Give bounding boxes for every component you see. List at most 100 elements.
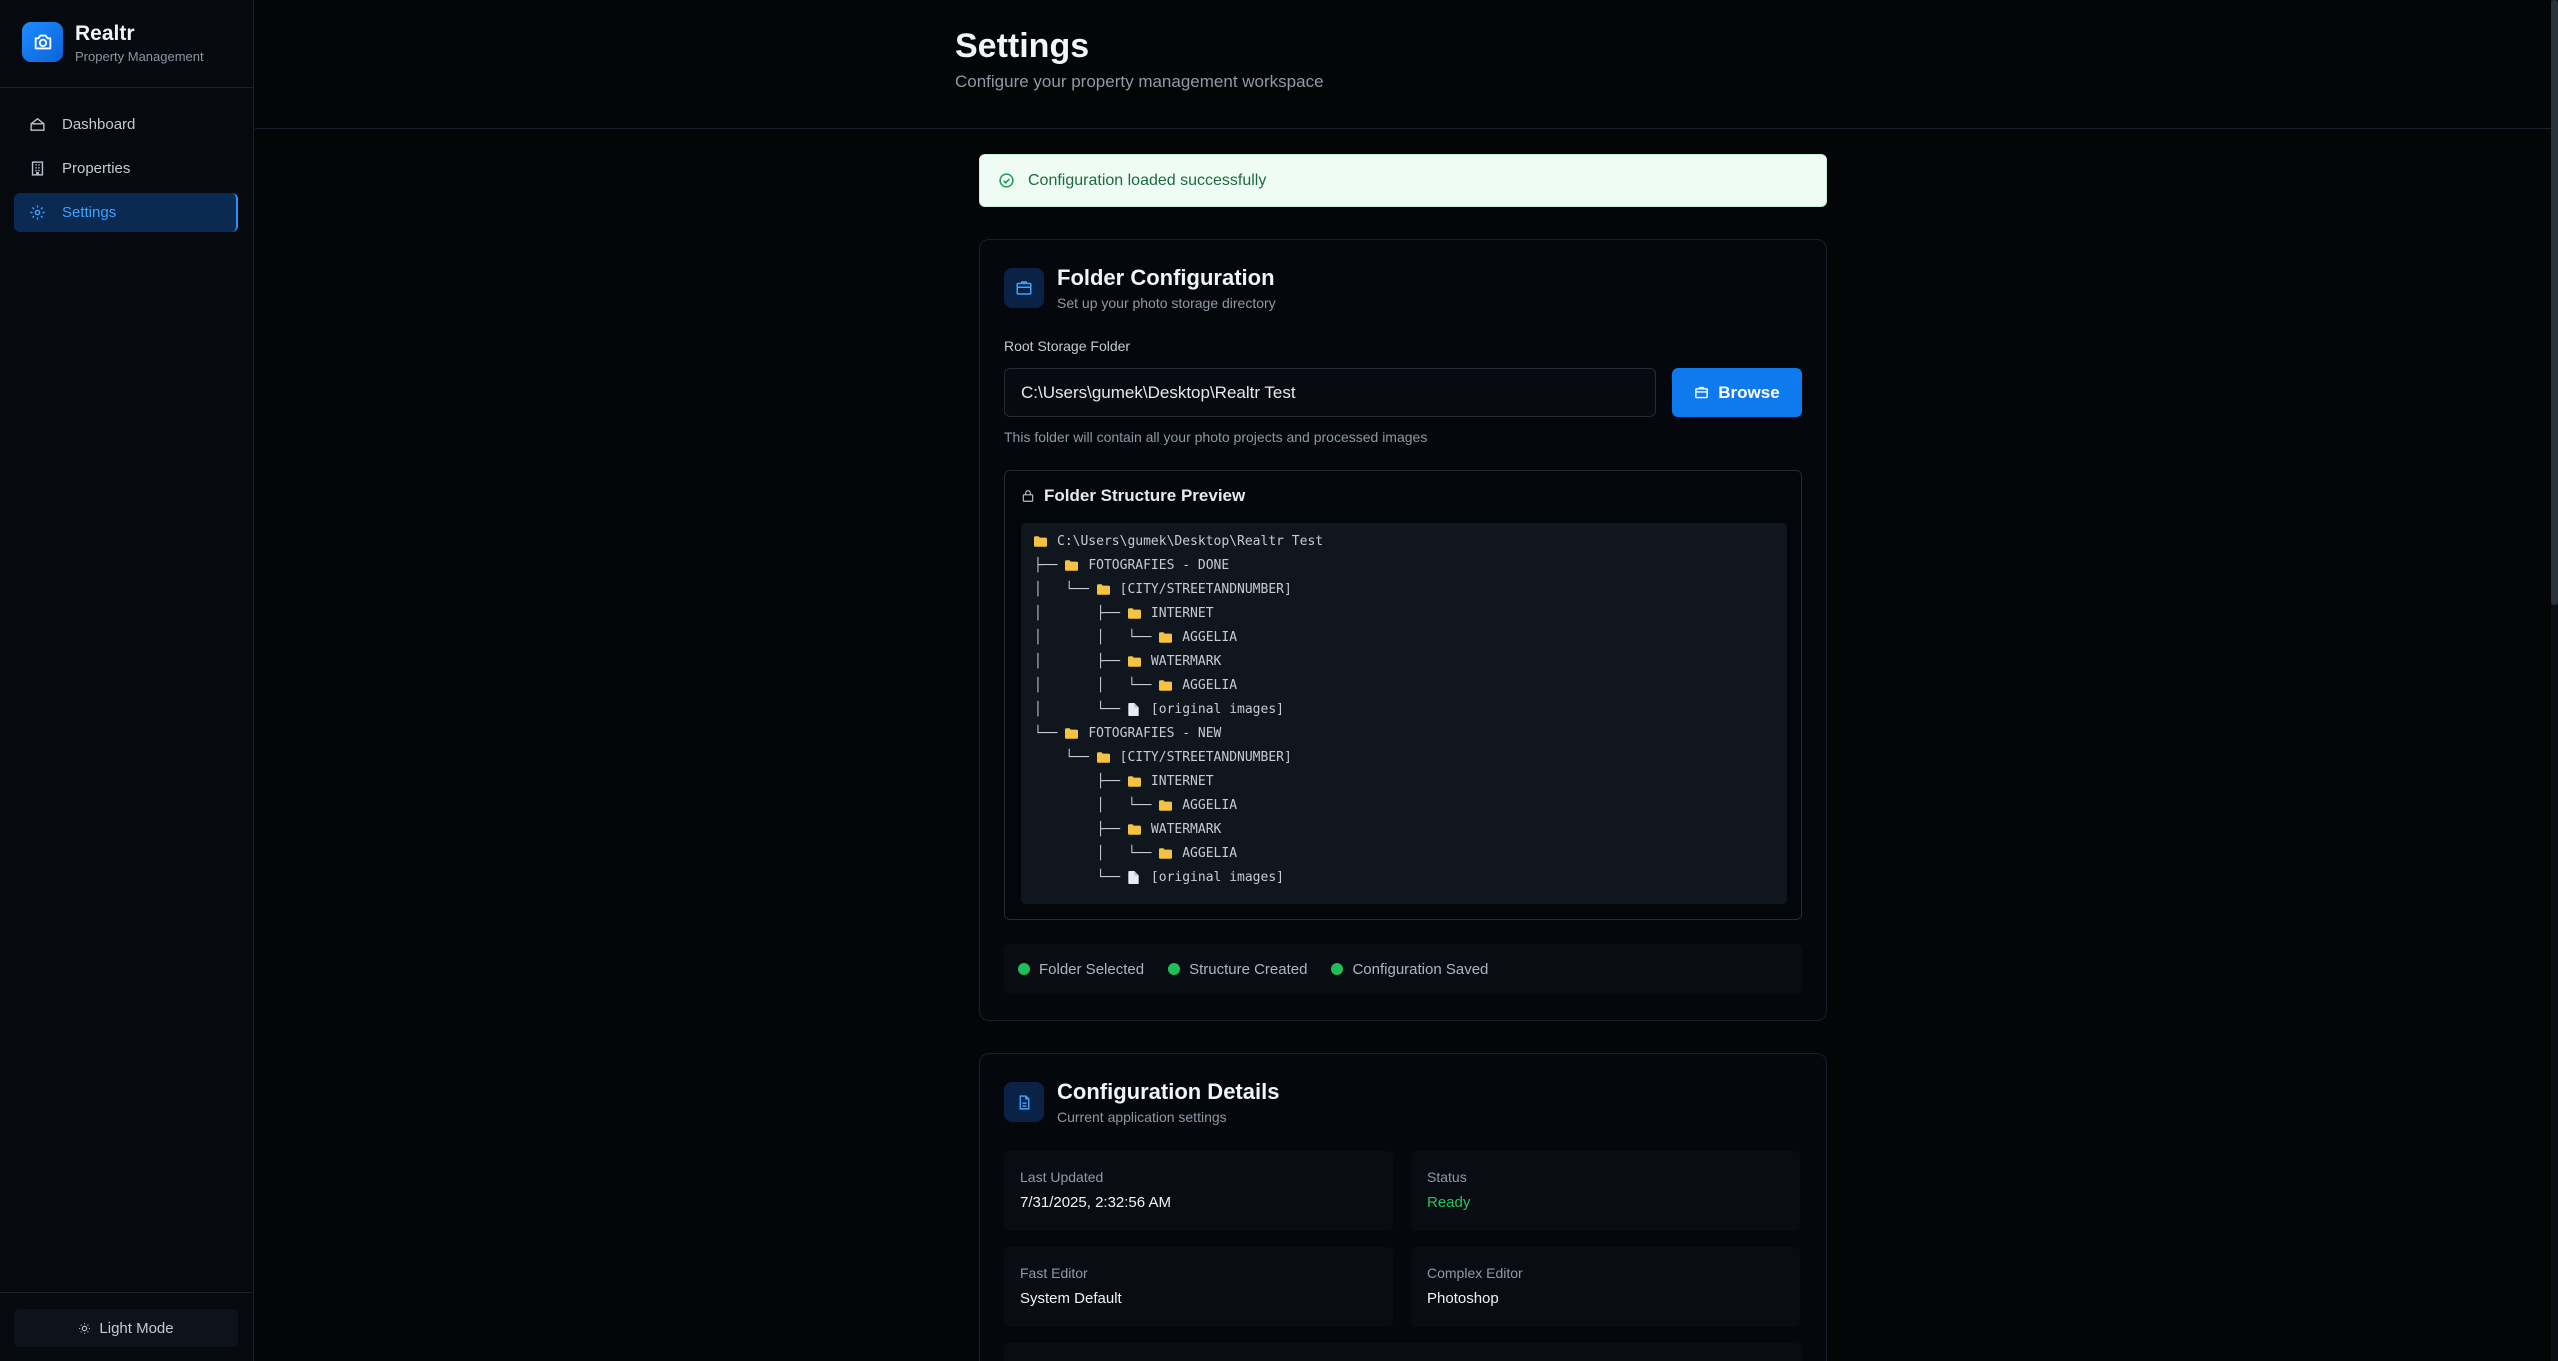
dashboard-icon	[28, 116, 46, 134]
tree-folder-row: │ └── [CITY/STREETANDNUMBER]	[1034, 577, 1787, 601]
tree-branch: │ └──	[1034, 845, 1160, 861]
folder-icon	[1065, 559, 1079, 571]
tree-item-name: C:\Users\gumek\Desktop\Realtr Test	[1057, 533, 1324, 549]
scrollbar-thumb[interactable]	[2551, 0, 2558, 605]
tree-folder-row: │ └── AGGELIA	[1034, 841, 1787, 865]
folder-icon	[1096, 751, 1110, 763]
folder-icon	[1127, 655, 1141, 667]
brand[interactable]: Realtr Property Management	[22, 22, 232, 66]
browse-label: Browse	[1718, 382, 1780, 402]
status-label: Folder Selected	[1039, 960, 1145, 978]
detail-label: Status	[1427, 1169, 1467, 1185]
status-structure-created: Structure Created	[1168, 961, 1307, 978]
tree-file-row: └── [original images]	[1034, 865, 1787, 889]
detail-fast-editor: Fast Editor System Default	[1004, 1247, 1393, 1327]
tree-item-name: WATERMARK	[1150, 821, 1222, 837]
tree-item-name: AGGELIA	[1182, 797, 1238, 813]
status-badge: Ready	[1427, 1194, 1471, 1211]
folder-icon	[1159, 799, 1173, 811]
status-label: Structure Created	[1189, 960, 1308, 978]
app-window: Realtr Property Management Dashboard Pro…	[0, 0, 2558, 1361]
tree-file-row: │ └── [original images]	[1034, 697, 1787, 721]
folder-icon	[1127, 823, 1141, 835]
root-folder-label: Root Storage Folder	[1004, 338, 1131, 354]
tree-item-name: INTERNET	[1150, 773, 1214, 789]
tree-folder-row: └── [CITY/STREETANDNUMBER]	[1034, 745, 1787, 769]
status-folder-selected: Folder Selected	[1018, 961, 1144, 978]
root-folder-input[interactable]	[1004, 368, 1656, 417]
tree-folder-row: ├── INTERNET	[1034, 769, 1787, 793]
tree-branch: │ ├──	[1034, 605, 1128, 621]
sidebar-divider	[0, 87, 254, 88]
check-circle-icon	[998, 172, 1015, 189]
tree-folder-row: │ │ └── AGGELIA	[1034, 673, 1787, 697]
browse-button[interactable]: Browse	[1672, 368, 1802, 417]
folder-icon	[1694, 385, 1709, 400]
folder-icon	[1159, 679, 1173, 691]
building-icon	[28, 160, 46, 178]
tree-folder-row: │ ├── WATERMARK	[1034, 649, 1787, 673]
tree-branch: │ └──	[1034, 701, 1128, 717]
status-configuration-saved: Configuration Saved	[1331, 961, 1488, 978]
gear-icon	[28, 204, 46, 222]
tree-branch: │ │ └──	[1034, 629, 1160, 645]
folder-icon	[1034, 535, 1047, 547]
tree-item-name: FOTOGRAFIES - NEW	[1088, 725, 1222, 741]
tree-item-name: AGGELIA	[1182, 629, 1238, 645]
folder-icon	[1065, 727, 1079, 739]
tree-folder-row: ├── WATERMARK	[1034, 817, 1787, 841]
detail-value: System Default	[1020, 1290, 1122, 1307]
detail-complex-editor: Complex Editor Photoshop	[1411, 1247, 1800, 1327]
page-title: Settings	[955, 27, 1090, 65]
tree-branch: │ └──	[1034, 581, 1097, 597]
folder-icon	[1159, 847, 1173, 859]
detail-value: 7/31/2025, 2:32:56 AM	[1020, 1194, 1171, 1211]
tree-branch: └──	[1034, 749, 1097, 765]
folder-icon	[1127, 607, 1141, 619]
file-icon	[1128, 870, 1141, 884]
card-subtitle: Current application settings	[1057, 1109, 1227, 1125]
folder-icon	[1004, 268, 1044, 308]
brand-name: Realtr	[75, 22, 135, 45]
detail-value: Photoshop	[1427, 1290, 1499, 1307]
tree-branch: │ │ └──	[1034, 677, 1160, 693]
toast-message: Configuration loaded successfully	[1028, 171, 1267, 189]
sidebar-divider	[0, 1292, 254, 1293]
tree-item-name: WATERMARK	[1150, 653, 1222, 669]
detail-label: Last Updated	[1020, 1169, 1104, 1185]
folder-icon	[1127, 775, 1141, 787]
sidebar-item-label: Dashboard	[62, 116, 136, 133]
sidebar-nav: Dashboard Properties Settings	[14, 105, 238, 237]
card-subtitle: Set up your photo storage directory	[1057, 295, 1276, 311]
detail-row-partial	[1004, 1343, 1802, 1361]
status-dot	[1168, 963, 1181, 975]
sidebar-item-settings[interactable]: Settings	[14, 193, 238, 232]
status-label: Configuration Saved	[1352, 960, 1489, 978]
tree-item-name: AGGELIA	[1182, 845, 1238, 861]
light-mode-button[interactable]: Light Mode	[14, 1309, 238, 1347]
sidebar-item-label: Properties	[62, 160, 131, 177]
preview-title-text: Folder Structure Preview	[1044, 486, 1246, 505]
detail-label: Complex Editor	[1427, 1265, 1523, 1281]
preview-title: Folder Structure Preview	[1021, 486, 1245, 506]
status-dot	[1018, 963, 1030, 975]
detail-status: Status Ready	[1411, 1151, 1800, 1231]
tree-item-name: [original images]	[1150, 869, 1284, 885]
brand-subtitle: Property Management	[75, 49, 204, 64]
tree-folder-row: C:\Users\gumek\Desktop\Realtr Test	[1034, 529, 1787, 553]
light-mode-label: Light Mode	[99, 1319, 174, 1337]
page-subtitle: Configure your property management works…	[955, 72, 1324, 91]
tree-branch: ├──	[1034, 557, 1066, 573]
tree-branch: └──	[1034, 725, 1066, 741]
status-dot	[1331, 963, 1344, 975]
tree-item-name: [original images]	[1150, 701, 1284, 717]
sidebar-item-dashboard[interactable]: Dashboard	[14, 105, 238, 144]
tree-folder-row: │ │ └── AGGELIA	[1034, 625, 1787, 649]
status-bar: Folder Selected Structure Created Config…	[1004, 944, 1802, 994]
tree-folder-row: │ ├── INTERNET	[1034, 601, 1787, 625]
tree-item-name: [CITY/STREETANDNUMBER]	[1119, 581, 1292, 597]
sidebar: Realtr Property Management Dashboard Pro…	[0, 0, 254, 1361]
tree-item-name: FOTOGRAFIES - DONE	[1088, 557, 1230, 573]
root-folder-help: This folder will contain all your photo …	[1004, 429, 1428, 445]
sidebar-item-properties[interactable]: Properties	[14, 149, 238, 188]
